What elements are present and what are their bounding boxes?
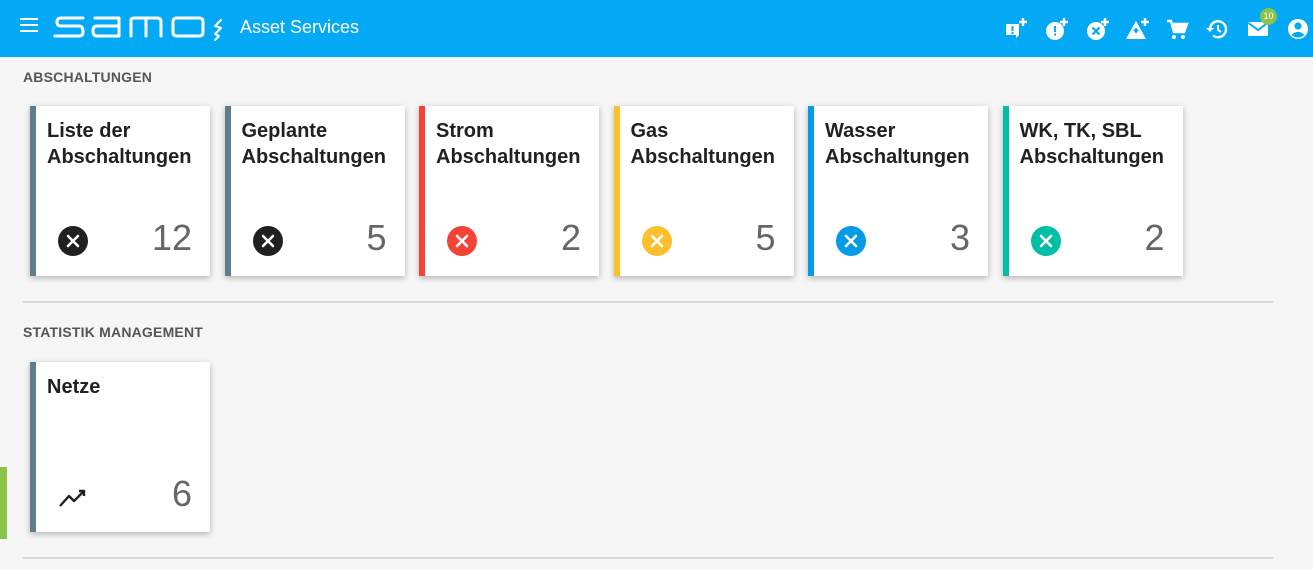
cancel-icon (1030, 225, 1062, 257)
card-title: Liste der Abschaltungen (47, 118, 205, 170)
card-title: Wasser Abschaltungen (825, 118, 983, 170)
tile-card[interactable]: Geplante Abschaltungen 5 (224, 106, 405, 276)
card-title-line: Netze (47, 376, 101, 398)
cancel-icon (446, 225, 478, 257)
card-title-line: Wasser (825, 120, 896, 142)
tile-card[interactable]: Gas Abschaltungen 5 (613, 106, 794, 276)
tile-card[interactable]: Wasser Abschaltungen 3 (808, 106, 988, 276)
card-title-line: Abschaltungen (47, 146, 192, 168)
card-color-bar (224, 106, 231, 276)
card-title-line: Abschaltungen (825, 146, 970, 168)
section-title-statistik-management: STATISTIK MANAGEMENT (23, 324, 204, 340)
card-count: 5 (366, 217, 387, 258)
tile-card[interactable]: WK, TK, SBL Abschaltungen 2 (1002, 106, 1183, 276)
card-title-line: Abschaltungen (630, 146, 775, 168)
add-shutdown-icon[interactable] (1085, 16, 1111, 42)
card-color-bar (808, 106, 814, 276)
add-notification-icon[interactable] (1003, 16, 1029, 42)
card-count: 2 (1144, 217, 1165, 258)
card-title-line: Strom (436, 120, 494, 142)
cancel-icon (252, 225, 284, 257)
samo-logo (53, 16, 222, 41)
card-title: WK, TK, SBL Abschaltungen (1020, 118, 1178, 170)
card-title-line: Geplante (241, 120, 328, 142)
card-title: Strom Abschaltungen (436, 118, 594, 170)
top-app-bar: Asset Services 10 (0, 0, 1313, 57)
card-title-line: WK, TK, SBL (1019, 120, 1142, 142)
tile-card[interactable]: Strom Abschaltungen 2 (419, 106, 599, 276)
card-title-line: Liste der (47, 120, 131, 142)
cart-icon[interactable] (1164, 16, 1190, 42)
card-title-line: Gas (630, 120, 669, 142)
cancel-icon (57, 225, 89, 257)
card-title: Gas Abschaltungen (631, 118, 789, 170)
section-divider (23, 557, 1273, 559)
history-icon[interactable] (1204, 16, 1230, 42)
section-title-abschaltungen: ABSCHALTUNGEN (23, 69, 153, 85)
tile-card[interactable]: Netze 6 (30, 362, 210, 532)
account-icon[interactable] (1285, 16, 1311, 42)
card-title-line: Abschaltungen (436, 146, 581, 168)
card-title-line: Abschaltungen (241, 146, 386, 168)
card-title: Netze (47, 374, 205, 400)
card-count: 5 (755, 217, 776, 258)
card-title: Geplante Abschaltungen (242, 118, 400, 170)
card-count: 12 (151, 217, 192, 258)
card-color-bar (30, 362, 36, 532)
card-title-line: Abschaltungen (1019, 146, 1164, 168)
card-color-bar (613, 106, 620, 276)
card-color-bar (419, 106, 425, 276)
card-count: 3 (949, 217, 970, 258)
tile-card[interactable]: Liste der Abschaltungen 12 (30, 106, 210, 276)
card-count: 6 (171, 473, 192, 514)
section-divider (23, 301, 1273, 303)
cancel-icon (641, 225, 673, 257)
notification-badge: 10 (1260, 8, 1277, 25)
trending-line-icon (57, 481, 89, 513)
add-warning-icon[interactable] (1125, 16, 1151, 42)
cancel-icon (835, 225, 867, 257)
card-color-bar (30, 106, 36, 276)
app-title: Asset Services (240, 17, 360, 37)
card-color-bar (1002, 106, 1009, 276)
menu-icon[interactable] (20, 18, 38, 36)
card-count: 2 (560, 217, 581, 258)
side-accent-bar (0, 467, 7, 539)
add-alert-icon[interactable] (1044, 16, 1070, 42)
